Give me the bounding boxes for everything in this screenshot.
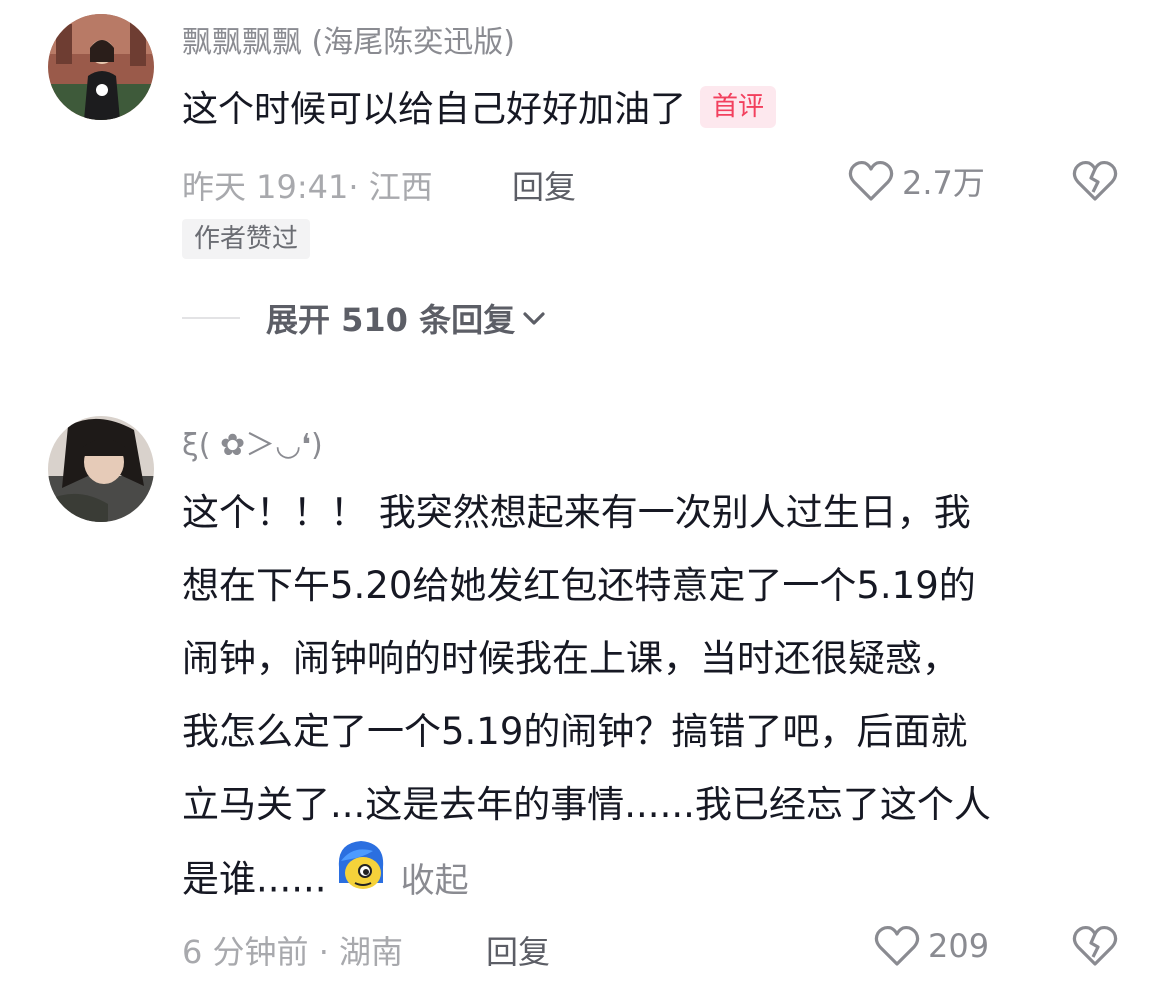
heart-outline-icon <box>874 925 920 966</box>
chevron-down-icon <box>523 312 545 325</box>
comment-text: 这个时候可以给自己好好加油了 首评 <box>182 86 777 132</box>
first-comment-badge: 首评 <box>700 86 777 128</box>
expand-replies-label: 展开 510 条回复 <box>266 301 516 339</box>
comment-meta: 昨天 19:41· 江西 <box>182 168 433 206</box>
broken-heart-icon <box>1072 925 1118 966</box>
comment-text-line: 我怎么定了一个5.19的闹钟？搞错了吧，后面就 <box>182 710 968 753</box>
avatar[interactable] <box>48 416 154 522</box>
blue-hair-face-emoji <box>333 837 389 917</box>
reply-button[interactable]: 回复 <box>486 927 550 973</box>
comment-text-last-line: 是谁...... 收起 <box>182 841 991 914</box>
expand-replies-button[interactable]: 展开 510 条回复 <box>182 296 547 340</box>
dislike-button[interactable] <box>1072 160 1118 206</box>
collapse-button[interactable]: 收起 <box>401 861 469 901</box>
like-button[interactable]: 209 <box>874 925 989 967</box>
comment-text-line: 这个！！！ 我突然想起来有一次别人过生日，我 <box>182 491 971 534</box>
like-count: 209 <box>928 927 990 965</box>
comment-text: 这个！！！ 我突然想起来有一次别人过生日，我 想在下午5.20给她发红包还特意定… <box>182 476 991 914</box>
comment-meta: 6 分钟前 · 湖南 <box>182 933 404 971</box>
expand-divider <box>182 317 240 319</box>
heart-outline-icon <box>848 160 894 201</box>
avatar[interactable] <box>48 14 154 120</box>
comment-text-line: 是谁...... <box>182 857 327 901</box>
dislike-button[interactable] <box>1072 925 1118 971</box>
broken-heart-icon <box>1072 160 1118 201</box>
comment-text-line: 闹钟，闹钟响的时候我在上课，当时还很疑惑， <box>182 637 959 680</box>
comment-text-content: 这个时候可以给自己好好加油了 <box>182 89 687 130</box>
like-count: 2.7万 <box>902 164 985 202</box>
author-liked-tag: 作者赞过 <box>182 219 311 259</box>
comment-text-line: 想在下午5.20给她发红包还特意定了一个5.19的 <box>182 564 976 607</box>
comment-username[interactable]: 飘飘飘飘 (海尾陈奕迅版) <box>182 17 515 61</box>
like-button[interactable]: 2.7万 <box>848 158 985 204</box>
reply-button[interactable]: 回复 <box>512 162 576 208</box>
comment-text-line: 立马关了...这是去年的事情......我已经忘了这个人 <box>182 783 991 826</box>
comment-username[interactable]: ξ( ✿＞◡❛) <box>182 420 323 464</box>
